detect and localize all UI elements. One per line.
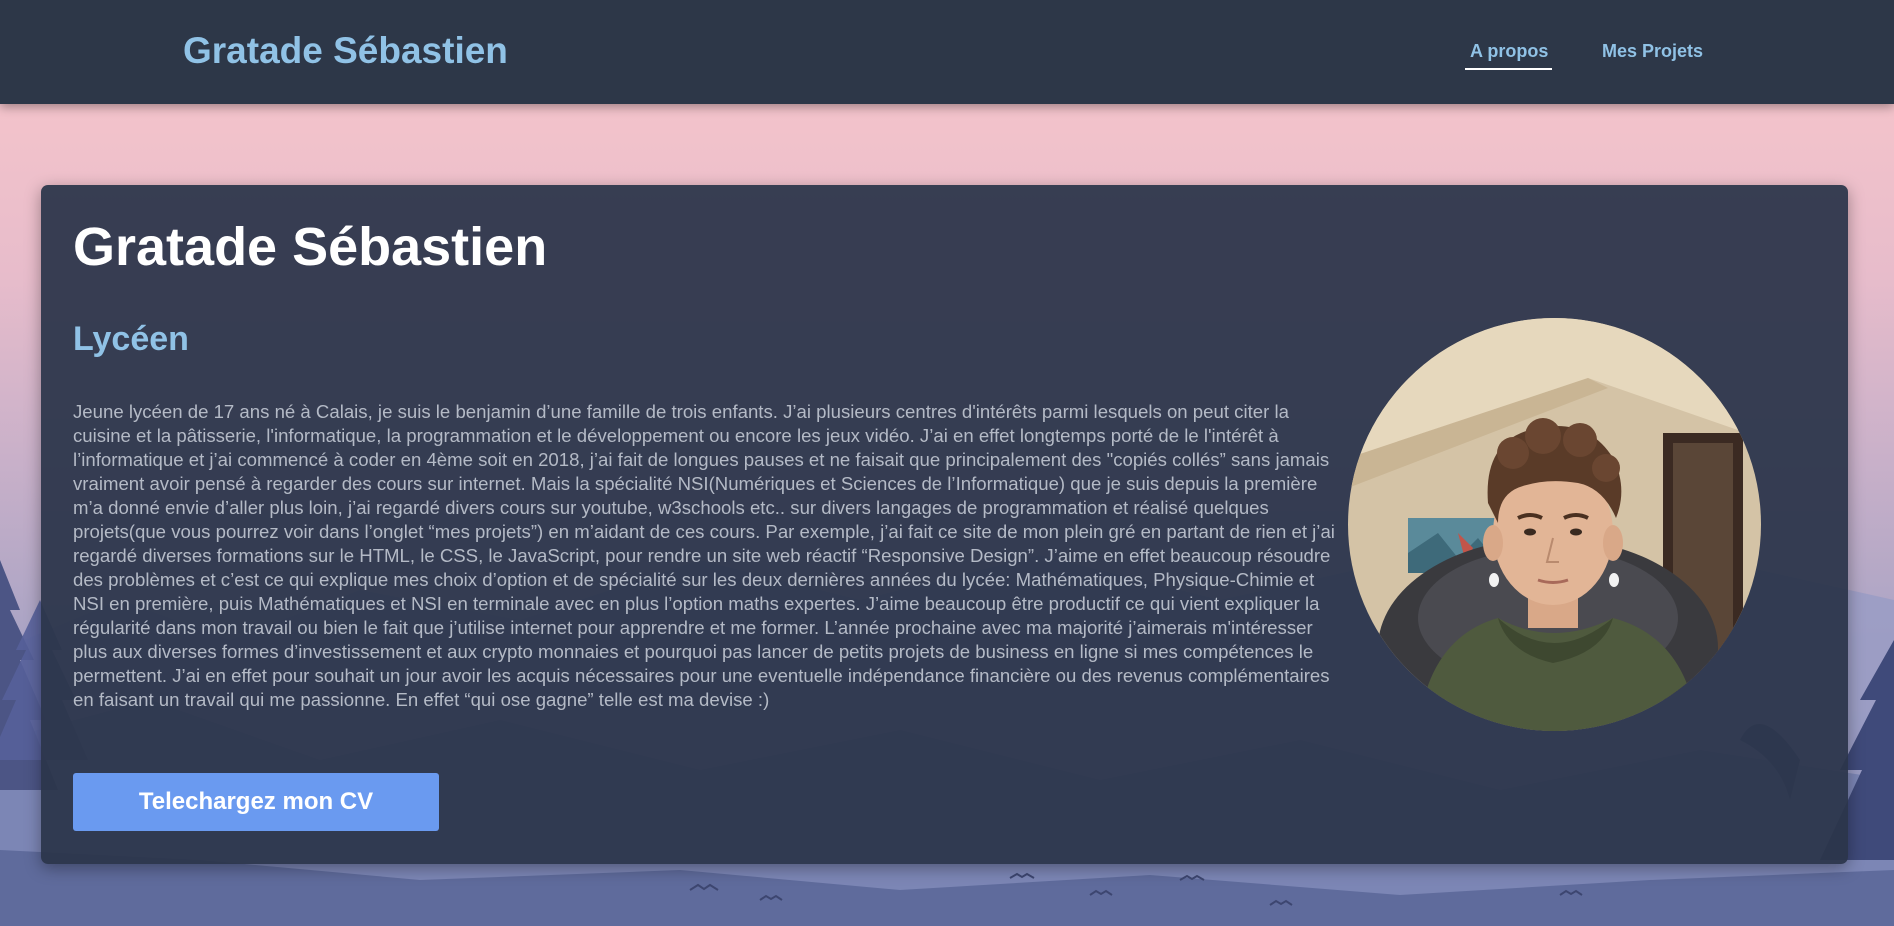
bio-paragraph: Jeune lycéen de 17 ans né à Calais, je s…	[73, 401, 1335, 710]
avatar	[1348, 318, 1761, 731]
top-navbar: Gratade Sébastien A propos Mes Projets	[0, 0, 1894, 104]
nav-link-a-propos[interactable]: A propos	[1470, 40, 1548, 62]
download-cv-button[interactable]: Telechargez mon CV	[73, 773, 439, 831]
page-title: Gratade Sébastien	[73, 217, 548, 277]
nav-link-mes-projets[interactable]: Mes Projets	[1602, 40, 1703, 62]
profile-photo-icon	[1348, 318, 1761, 731]
active-nav-underline	[1465, 68, 1552, 70]
brand-link[interactable]: Gratade Sébastien	[183, 28, 508, 74]
page-subtitle: Lycéen	[73, 320, 189, 358]
about-card: Gratade Sébastien Lycéen Jeune lycéen de…	[41, 185, 1848, 864]
